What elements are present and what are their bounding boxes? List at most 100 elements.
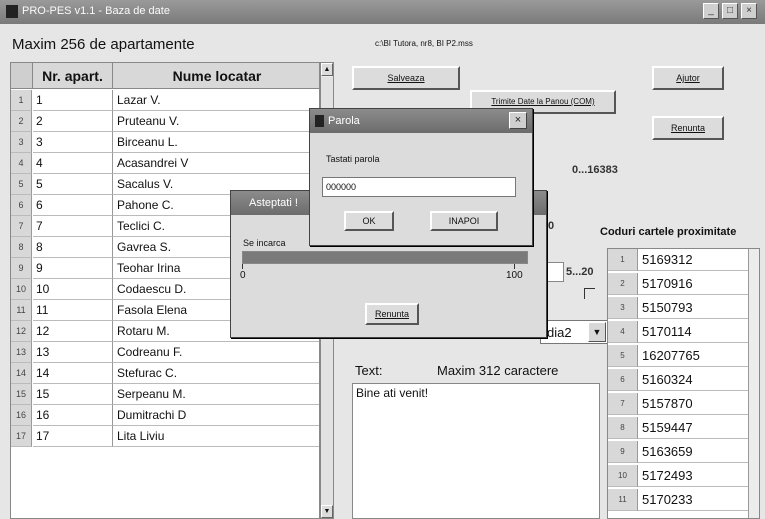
table-row[interactable]: 4 4 Acasandrei V: [11, 153, 319, 174]
code-cell[interactable]: 5163659: [638, 441, 748, 463]
row-number[interactable]: 8: [11, 237, 32, 258]
column-header-apart[interactable]: Nr. apart.: [33, 63, 113, 89]
row-number[interactable]: 2: [11, 111, 32, 132]
table-row[interactable]: 2 2 Pruteanu V.: [11, 111, 319, 132]
apart-cell[interactable]: 2: [33, 111, 113, 132]
code-row-number[interactable]: 4: [608, 321, 638, 343]
apart-cell[interactable]: 1: [33, 90, 113, 111]
apart-cell[interactable]: 5: [33, 174, 113, 195]
code-row[interactable]: 11 5170233: [608, 489, 748, 511]
code-row[interactable]: 10 5172493: [608, 465, 748, 487]
table-row[interactable]: 3 3 Birceanu L.: [11, 132, 319, 153]
code-row-number[interactable]: 1: [608, 249, 638, 271]
code-row[interactable]: 1 5169312: [608, 249, 748, 271]
code-cell[interactable]: 5170916: [638, 273, 748, 295]
code-row[interactable]: 8 5159447: [608, 417, 748, 439]
row-number[interactable]: 4: [11, 153, 32, 174]
cancel-main-button[interactable]: Renunta: [652, 116, 724, 140]
apart-cell[interactable]: 9: [33, 258, 113, 279]
table-row[interactable]: 17 17 Lita Liviu: [11, 426, 319, 447]
apart-cell[interactable]: 15: [33, 384, 113, 405]
code-row-number[interactable]: 8: [608, 417, 638, 439]
code-cell[interactable]: 5159447: [638, 417, 748, 439]
maximize-button[interactable]: □: [722, 3, 738, 19]
row-number[interactable]: 12: [11, 321, 32, 342]
code-cell[interactable]: 5157870: [638, 393, 748, 415]
name-cell[interactable]: Codreanu F.: [113, 342, 319, 363]
row-number[interactable]: 7: [11, 216, 32, 237]
code-row[interactable]: 2 5170916: [608, 273, 748, 295]
apart-cell[interactable]: 16: [33, 405, 113, 426]
apart-cell[interactable]: 14: [33, 363, 113, 384]
code-cell[interactable]: 5172493: [638, 465, 748, 487]
table-row[interactable]: 13 13 Codreanu F.: [11, 342, 319, 363]
row-number[interactable]: 10: [11, 279, 32, 300]
apart-cell[interactable]: 6: [33, 195, 113, 216]
save-button[interactable]: Salveaza: [352, 66, 460, 90]
column-header-name[interactable]: Nume locatar: [113, 63, 319, 89]
code-cell[interactable]: 5170114: [638, 321, 748, 343]
row-number[interactable]: 1: [11, 90, 32, 111]
code-row-number[interactable]: 5: [608, 345, 638, 367]
progress-cancel-button[interactable]: Renunta: [365, 303, 419, 325]
row-number[interactable]: 15: [11, 384, 32, 405]
table-row[interactable]: 1 1 Lazar V.: [11, 90, 319, 111]
apart-cell[interactable]: 3: [33, 132, 113, 153]
name-cell[interactable]: Stefurac C.: [113, 363, 319, 384]
code-cell[interactable]: 5169312: [638, 249, 748, 271]
scroll-down-icon[interactable]: ▼: [321, 505, 333, 518]
name-cell[interactable]: Pruteanu V.: [113, 111, 319, 132]
code-row[interactable]: 4 5170114: [608, 321, 748, 343]
row-number[interactable]: 3: [11, 132, 32, 153]
row-number[interactable]: 6: [11, 195, 32, 216]
code-row-number[interactable]: 9: [608, 441, 638, 463]
back-button[interactable]: INAPOI: [430, 211, 498, 231]
row-number[interactable]: 13: [11, 342, 32, 363]
table-row[interactable]: 15 15 Serpeanu M.: [11, 384, 319, 405]
dialog-close-icon[interactable]: ×: [509, 112, 527, 129]
code-row[interactable]: 7 5157870: [608, 393, 748, 415]
apart-cell[interactable]: 17: [33, 426, 113, 447]
row-number[interactable]: 9: [11, 258, 32, 279]
row-number[interactable]: 17: [11, 426, 32, 447]
message-textarea[interactable]: Bine ati venit!: [352, 383, 600, 519]
code-row-number[interactable]: 2: [608, 273, 638, 295]
table-row[interactable]: 14 14 Stefurac C.: [11, 363, 319, 384]
apart-cell[interactable]: 13: [33, 342, 113, 363]
apart-cell[interactable]: 4: [33, 153, 113, 174]
code-row-number[interactable]: 11: [608, 489, 638, 511]
apart-cell[interactable]: 10: [33, 279, 113, 300]
apart-cell[interactable]: 11: [33, 300, 113, 321]
name-cell[interactable]: Lazar V.: [113, 90, 319, 111]
name-cell[interactable]: Acasandrei V: [113, 153, 319, 174]
row-number[interactable]: 5: [11, 174, 32, 195]
scroll-up-icon[interactable]: ▲: [321, 63, 333, 76]
code-row-number[interactable]: 3: [608, 297, 638, 319]
apart-cell[interactable]: 7: [33, 216, 113, 237]
row-number[interactable]: 11: [11, 300, 32, 321]
row-number[interactable]: 14: [11, 363, 32, 384]
code-row[interactable]: 6 5160324: [608, 369, 748, 391]
mode-combo[interactable]: dia2 ▼: [540, 320, 608, 344]
code-cell[interactable]: 16207765: [638, 345, 748, 367]
help-button[interactable]: Ajutor: [652, 66, 724, 90]
chevron-down-icon[interactable]: ▼: [588, 322, 606, 342]
code-row-number[interactable]: 6: [608, 369, 638, 391]
row-number[interactable]: 16: [11, 405, 32, 426]
apart-cell[interactable]: 12: [33, 321, 113, 342]
name-cell[interactable]: Birceanu L.: [113, 132, 319, 153]
code-row-number[interactable]: 10: [608, 465, 638, 487]
close-button[interactable]: ×: [741, 3, 757, 19]
name-cell[interactable]: Dumitrachi D: [113, 405, 319, 426]
code-row[interactable]: 9 5163659: [608, 441, 748, 463]
password-input[interactable]: 000000: [322, 177, 516, 197]
apart-cell[interactable]: 8: [33, 237, 113, 258]
code-row-number[interactable]: 7: [608, 393, 638, 415]
minimize-button[interactable]: _: [703, 3, 719, 19]
code-cell[interactable]: 5160324: [638, 369, 748, 391]
option-checkbox[interactable]: [584, 288, 595, 299]
name-cell[interactable]: Lita Liviu: [113, 426, 319, 447]
code-cell[interactable]: 5170233: [638, 489, 748, 511]
table-row[interactable]: 16 16 Dumitrachi D: [11, 405, 319, 426]
ok-button[interactable]: OK: [344, 211, 394, 231]
